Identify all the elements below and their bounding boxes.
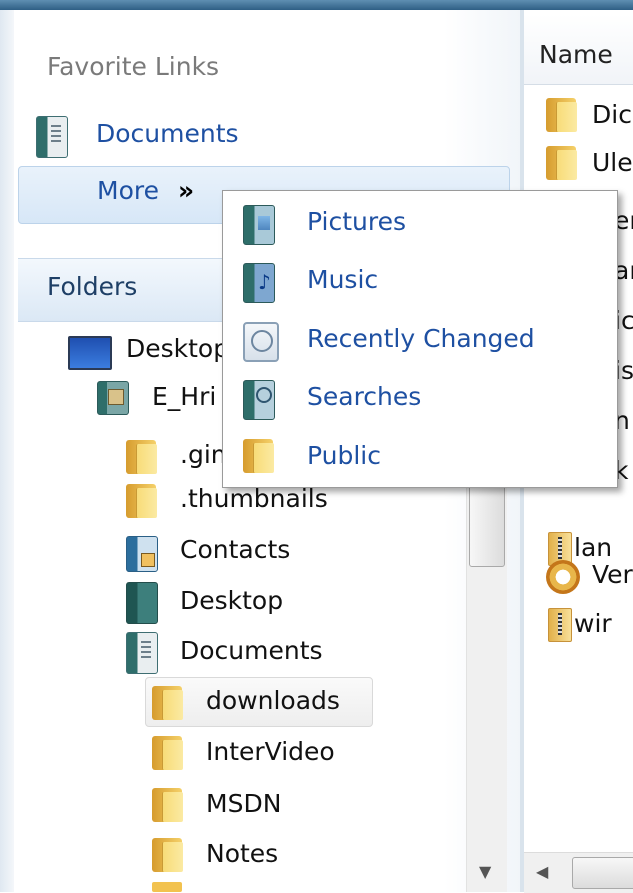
tree-item-label: E_Hri xyxy=(152,382,217,411)
tree-item-label: Desktop xyxy=(180,586,284,615)
favorite-link-label: Documents xyxy=(96,119,239,148)
menu-item-label: Searches xyxy=(307,382,422,411)
documents-icon xyxy=(126,632,158,674)
contacts-icon xyxy=(126,536,158,572)
tree-item-selected[interactable]: downloads xyxy=(152,682,372,726)
menu-item-recently-changed[interactable]: Recently Changed xyxy=(235,314,605,368)
favorite-links-heading: Favorite Links xyxy=(47,52,220,81)
folder-icon xyxy=(152,736,183,770)
file-row[interactable]: Ule xyxy=(546,146,633,186)
tree-item[interactable]: .gimp xyxy=(126,434,251,478)
tree-item[interactable]: Desktop xyxy=(68,330,229,374)
menu-item-label: Music xyxy=(307,265,379,294)
music-icon xyxy=(243,263,275,303)
folders-heading: Folders xyxy=(47,272,138,301)
scroll-down-arrow-icon[interactable]: ▼ xyxy=(479,862,491,881)
menu-item-music[interactable]: Music xyxy=(235,255,605,309)
horizontal-scrollbar-thumb[interactable] xyxy=(572,857,633,889)
chevron-double-right-icon: » xyxy=(178,176,195,205)
menu-item-pictures[interactable]: Pictures xyxy=(235,197,605,251)
more-links-popup-menu: Pictures Music Recently Changed Searches… xyxy=(222,190,618,488)
folder-icon xyxy=(243,439,274,473)
file-row-label: wir xyxy=(574,609,612,638)
tree-item-label: Contacts xyxy=(180,535,291,564)
scroll-left-arrow-icon[interactable]: ◀ xyxy=(536,862,548,881)
folder-icon xyxy=(546,146,577,180)
tree-item[interactable]: InterVideo xyxy=(152,732,372,776)
tree-item-label: Documents xyxy=(180,636,323,665)
folder-icon xyxy=(152,686,183,720)
tree-item[interactable]: E_Hri xyxy=(97,377,217,421)
folder-icon xyxy=(152,882,182,892)
folder-icon xyxy=(126,440,157,474)
window-frame-top xyxy=(0,0,633,10)
folder-icon xyxy=(152,788,183,822)
file-row[interactable]: Ver xyxy=(546,558,633,598)
tree-item[interactable]: Contacts xyxy=(126,530,366,574)
menu-item-label: Public xyxy=(307,441,381,470)
tree-item[interactable]: Documents xyxy=(126,630,386,676)
recently-changed-icon xyxy=(243,322,279,362)
menu-item-label: Recently Changed xyxy=(307,324,535,353)
more-label: More xyxy=(97,176,159,205)
window-frame-left xyxy=(0,10,14,892)
file-row[interactable]: wir xyxy=(548,606,633,646)
menu-item-public[interactable]: Public xyxy=(235,431,605,485)
tree-item[interactable]: MSDN xyxy=(152,784,372,828)
file-row-label: Dic xyxy=(592,100,632,129)
tree-item-label: Desktop xyxy=(126,334,230,363)
file-row-label: Ule xyxy=(592,148,633,177)
gear-icon xyxy=(546,560,580,594)
zip-folder-icon xyxy=(548,608,572,642)
user-folder-icon xyxy=(97,381,129,415)
file-row[interactable]: Dic xyxy=(546,98,633,138)
favorite-link-documents[interactable]: Documents xyxy=(36,114,536,158)
folder-icon xyxy=(546,98,577,132)
tree-item-label: .thumbnails xyxy=(180,484,328,513)
folder-icon xyxy=(152,838,183,872)
searches-icon xyxy=(243,380,275,420)
tree-item-label: downloads xyxy=(206,686,340,715)
pictures-icon xyxy=(243,205,275,245)
menu-item-searches[interactable]: Searches xyxy=(235,372,605,426)
tree-item-label: MSDN xyxy=(206,789,282,818)
folder-icon xyxy=(126,484,157,518)
desktop-folder-icon xyxy=(126,582,158,624)
desktop-icon xyxy=(68,336,112,370)
column-header-label: Name xyxy=(539,40,613,69)
tree-item[interactable]: Notes xyxy=(152,834,372,878)
documents-icon xyxy=(36,116,68,158)
tree-item[interactable]: Desktop xyxy=(126,580,366,626)
menu-item-label: Pictures xyxy=(307,207,406,236)
tree-item-label: InterVideo xyxy=(206,737,335,766)
tree-item-label: Notes xyxy=(206,839,279,868)
file-row-label: Ver xyxy=(592,560,633,589)
